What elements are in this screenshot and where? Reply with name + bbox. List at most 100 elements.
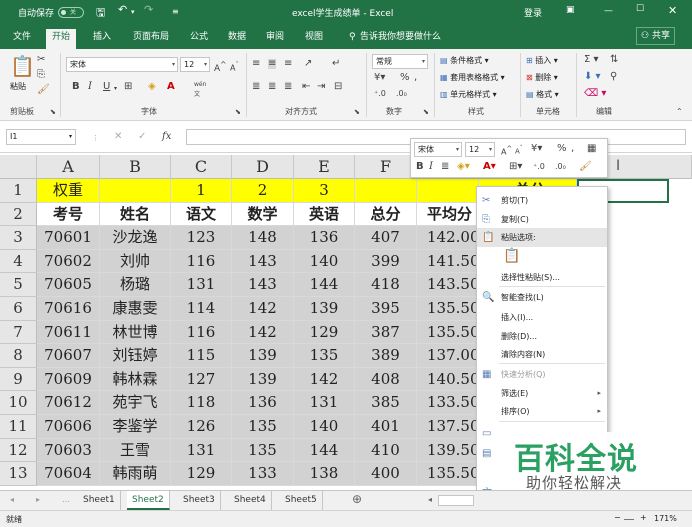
- font-name-combo[interactable]: 宋体 ▾: [66, 57, 178, 72]
- bold-icon[interactable]: B: [416, 162, 424, 172]
- find-select-icon[interactable]: ⚲: [610, 72, 617, 82]
- align-top-icon[interactable]: ≡: [252, 59, 260, 69]
- row-header[interactable]: 10: [0, 391, 37, 415]
- collapse-ribbon-icon[interactable]: ⌃: [676, 107, 683, 117]
- zoom-slider[interactable]: [624, 519, 634, 520]
- context-menu-item[interactable]: 插入(I)...: [477, 308, 607, 327]
- sheet-tab-4[interactable]: Sheet4: [229, 491, 272, 510]
- comma-style-icon[interactable]: ,: [414, 73, 417, 83]
- increase-indent-icon[interactable]: ⇥: [317, 82, 325, 92]
- cell-styles-button[interactable]: ▥ 单元格样式 ▾: [440, 89, 497, 100]
- merge-center-icon[interactable]: ⊟: [334, 82, 342, 92]
- cell-d1[interactable]: 2: [232, 179, 294, 203]
- align-right-icon[interactable]: ≣: [284, 82, 292, 92]
- minimize-icon[interactable]: —: [604, 6, 613, 16]
- signin-link[interactable]: 登录: [524, 6, 542, 19]
- cell-b13[interactable]: 韩雨萌: [100, 462, 171, 486]
- cell-d13[interactable]: 133: [232, 462, 294, 486]
- cell-d12[interactable]: 135: [232, 438, 294, 463]
- cell-f7[interactable]: 387: [355, 320, 417, 345]
- tab-home[interactable]: 开始: [46, 29, 77, 49]
- cell-c7[interactable]: 116: [171, 320, 232, 345]
- add-sheet-icon[interactable]: ⊕: [352, 493, 362, 505]
- grow-font-icon[interactable]: A^: [501, 144, 512, 158]
- autosum-icon[interactable]: Σ ▾: [584, 55, 599, 65]
- cancel-icon[interactable]: ✕: [114, 132, 122, 142]
- format-cells-icon[interactable]: ▦: [587, 144, 596, 154]
- cell-d8[interactable]: 139: [232, 344, 294, 368]
- cut-icon[interactable]: ✂: [37, 55, 45, 65]
- insert-cells-button[interactable]: ⊞ 插入 ▾: [526, 55, 558, 66]
- cell-g8[interactable]: 137.00: [417, 344, 479, 368]
- cell-g12[interactable]: 139.50: [417, 438, 479, 463]
- percent-icon[interactable]: %: [557, 144, 567, 154]
- clipboard-launcher-icon[interactable]: ⬊: [50, 107, 56, 117]
- cell-g10[interactable]: 133.50: [417, 391, 479, 415]
- insert-function-icon[interactable]: fx: [162, 132, 171, 142]
- cell-g11[interactable]: 137.50: [417, 415, 479, 439]
- decrease-indent-icon[interactable]: ⇤: [302, 82, 310, 92]
- context-menu-item[interactable]: ⎘ 复制(C): [477, 210, 607, 229]
- alignment-launcher-icon[interactable]: ⬊: [354, 107, 360, 117]
- cell-f3[interactable]: 407: [355, 226, 417, 250]
- italic-icon[interactable]: I: [429, 162, 433, 172]
- row-header[interactable]: 7: [0, 320, 37, 345]
- grow-font-icon[interactable]: A^: [214, 60, 226, 74]
- column-header-f[interactable]: F: [355, 155, 417, 179]
- font-launcher-icon[interactable]: ⬊: [235, 107, 241, 117]
- clear-icon[interactable]: ⌫ ▾: [584, 89, 606, 99]
- accounting-format-icon[interactable]: ¥▾: [531, 144, 542, 154]
- wrap-text-icon[interactable]: ↵: [332, 59, 340, 69]
- cell-g1[interactable]: [417, 179, 479, 203]
- cell-b1[interactable]: [100, 179, 171, 203]
- context-menu-item[interactable]: 筛选(E) ▸: [477, 384, 607, 403]
- cell-f1[interactable]: [355, 179, 417, 203]
- format-cells-button[interactable]: ▤ 格式 ▾: [526, 89, 559, 100]
- cell-a13[interactable]: 70604: [37, 462, 100, 486]
- cell-f13[interactable]: 400: [355, 462, 417, 486]
- copy-icon[interactable]: ⎘: [37, 70, 45, 80]
- cell-a4[interactable]: 70602: [37, 249, 100, 274]
- cell-c12[interactable]: 131: [171, 438, 232, 463]
- cell-e8[interactable]: 135: [294, 344, 355, 368]
- conditional-formatting-button[interactable]: ▤ 条件格式 ▾: [440, 55, 489, 66]
- cell-a10[interactable]: 70612: [37, 391, 100, 415]
- cell-c11[interactable]: 126: [171, 415, 232, 439]
- comma-style-icon[interactable]: ,: [571, 144, 574, 154]
- cell-a3[interactable]: 70601: [37, 226, 100, 250]
- zoom-in-icon[interactable]: +: [640, 513, 647, 522]
- cell-f5[interactable]: 418: [355, 273, 417, 297]
- context-menu-item[interactable]: 📋 粘贴选项:: [477, 228, 607, 247]
- cell-e13[interactable]: 138: [294, 462, 355, 486]
- cell-c6[interactable]: 114: [171, 297, 232, 321]
- cell-b5[interactable]: 杨璐: [100, 273, 171, 297]
- cell-a9[interactable]: 70609: [37, 367, 100, 392]
- cell-b8[interactable]: 刘钰婷: [100, 344, 171, 368]
- undo-icon[interactable]: ↶: [118, 3, 127, 16]
- cell-d4[interactable]: 143: [232, 249, 294, 274]
- autosave-toggle[interactable]: 关: [58, 7, 84, 18]
- name-box[interactable]: I1 ▾: [6, 129, 76, 145]
- cell-b10[interactable]: 苑宇飞: [100, 391, 171, 415]
- context-menu-item[interactable]: 排序(O) ▸: [477, 402, 607, 421]
- sheet-tab-1[interactable]: Sheet1: [78, 491, 121, 510]
- cell-a11[interactable]: 70606: [37, 415, 100, 439]
- sort-filter-icon[interactable]: ⇅: [610, 55, 618, 65]
- row-header[interactable]: 3: [0, 226, 37, 250]
- paste-label[interactable]: 粘贴: [10, 81, 26, 92]
- cell-a6[interactable]: 70616: [37, 297, 100, 321]
- cell-f12[interactable]: 410: [355, 438, 417, 463]
- cell-e4[interactable]: 140: [294, 249, 355, 274]
- context-menu-item[interactable]: 删除(D)...: [477, 327, 607, 346]
- zoom-out-icon[interactable]: −: [614, 513, 621, 522]
- number-launcher-icon[interactable]: ⬊: [423, 107, 429, 117]
- context-menu-item[interactable]: 📋: [477, 247, 607, 269]
- cell-e3[interactable]: 136: [294, 226, 355, 250]
- fill-icon[interactable]: ⬇ ▾: [584, 72, 601, 82]
- context-menu-item[interactable]: 选择性粘贴(S)...: [477, 268, 607, 287]
- row-header[interactable]: 12: [0, 438, 37, 463]
- close-icon[interactable]: ✕: [668, 4, 677, 17]
- borders-icon[interactable]: ⊞: [124, 82, 132, 92]
- cell-c1[interactable]: 1: [171, 179, 232, 203]
- cell-g13[interactable]: 135.50: [417, 462, 479, 486]
